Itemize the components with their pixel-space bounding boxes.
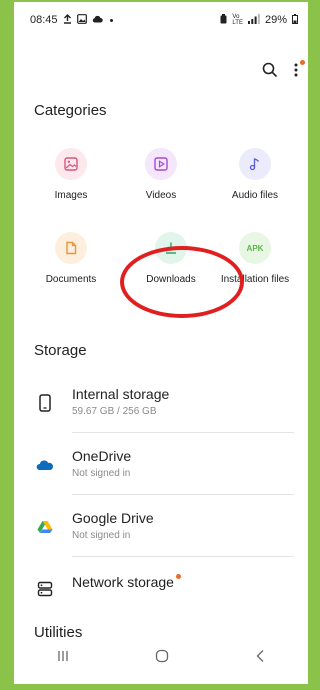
storage-onedrive[interactable]: OneDrive Not signed in [34, 442, 294, 494]
storage-title-text: Internal storage [72, 386, 170, 402]
video-icon [145, 148, 177, 180]
apk-icon: APK [239, 232, 271, 264]
image-icon [55, 148, 87, 180]
apk-icon-text: APK [246, 243, 264, 253]
dot-status-icon [109, 18, 113, 22]
category-installation-files[interactable]: APK Installation files [210, 232, 300, 285]
storage-title-label: Network storage [72, 574, 174, 590]
category-audio-files[interactable]: Audio files [210, 148, 300, 201]
category-label: Videos [145, 190, 177, 201]
more-options-button[interactable] [294, 60, 305, 82]
system-nav-bar [14, 646, 308, 670]
divider [72, 556, 294, 557]
storage-google-drive[interactable]: Google Drive Not signed in [34, 504, 294, 556]
category-documents[interactable]: Documents [26, 232, 116, 285]
storage-sub-text: Not signed in [72, 530, 131, 541]
status-bar: 08:45 Vo LTE 29% [30, 12, 298, 28]
signal-icon [247, 13, 260, 27]
status-time: 08:45 [30, 14, 58, 26]
storage-network[interactable]: Network storage [34, 566, 294, 618]
volte-icon: Vo LTE [232, 14, 243, 26]
recent-apps-icon[interactable] [57, 649, 69, 667]
categories-title: Categories [34, 102, 107, 119]
toolbar [262, 60, 305, 83]
storage-title-text: Google Drive [72, 510, 154, 526]
home-icon[interactable] [155, 649, 169, 668]
storage-internal[interactable]: Internal storage 59.67 GB / 256 GB [34, 380, 294, 432]
battery-level: 29% [264, 14, 287, 26]
storage-title: Storage [34, 342, 87, 359]
download-icon [155, 232, 187, 264]
storage-title-text: Network storage [72, 574, 181, 590]
battery-saver-icon [220, 13, 227, 27]
divider [72, 432, 294, 433]
category-label: Installation files [220, 274, 290, 285]
document-icon [55, 232, 87, 264]
category-label: Images [54, 190, 88, 201]
app-screen: 08:45 Vo LTE 29% Categories Images Video… [12, 0, 310, 686]
divider [72, 494, 294, 495]
category-label: Documents [45, 274, 97, 285]
category-label: Audio files [231, 190, 279, 201]
storage-sub-text: 59.67 GB / 256 GB [72, 406, 157, 417]
category-downloads[interactable]: Downloads [126, 232, 216, 285]
back-icon[interactable] [255, 649, 265, 668]
onedrive-icon [34, 454, 56, 476]
music-note-icon [239, 148, 271, 180]
battery-icon [292, 13, 298, 27]
network-storage-icon [34, 578, 56, 600]
utilities-title: Utilities [34, 624, 83, 641]
storage-title-text: OneDrive [72, 448, 132, 464]
category-label: Downloads [146, 274, 196, 285]
new-badge-dot [175, 574, 181, 579]
category-videos[interactable]: Videos [116, 148, 206, 201]
phone-icon [34, 392, 56, 414]
gallery-status-icon [76, 13, 87, 27]
google-drive-icon [34, 516, 56, 538]
notification-dot [300, 60, 305, 65]
category-images[interactable]: Images [26, 148, 116, 201]
search-icon[interactable] [262, 62, 278, 83]
cloud-status-icon [92, 14, 103, 26]
storage-sub-text: Not signed in [72, 468, 131, 479]
upload-status-icon [63, 13, 72, 27]
